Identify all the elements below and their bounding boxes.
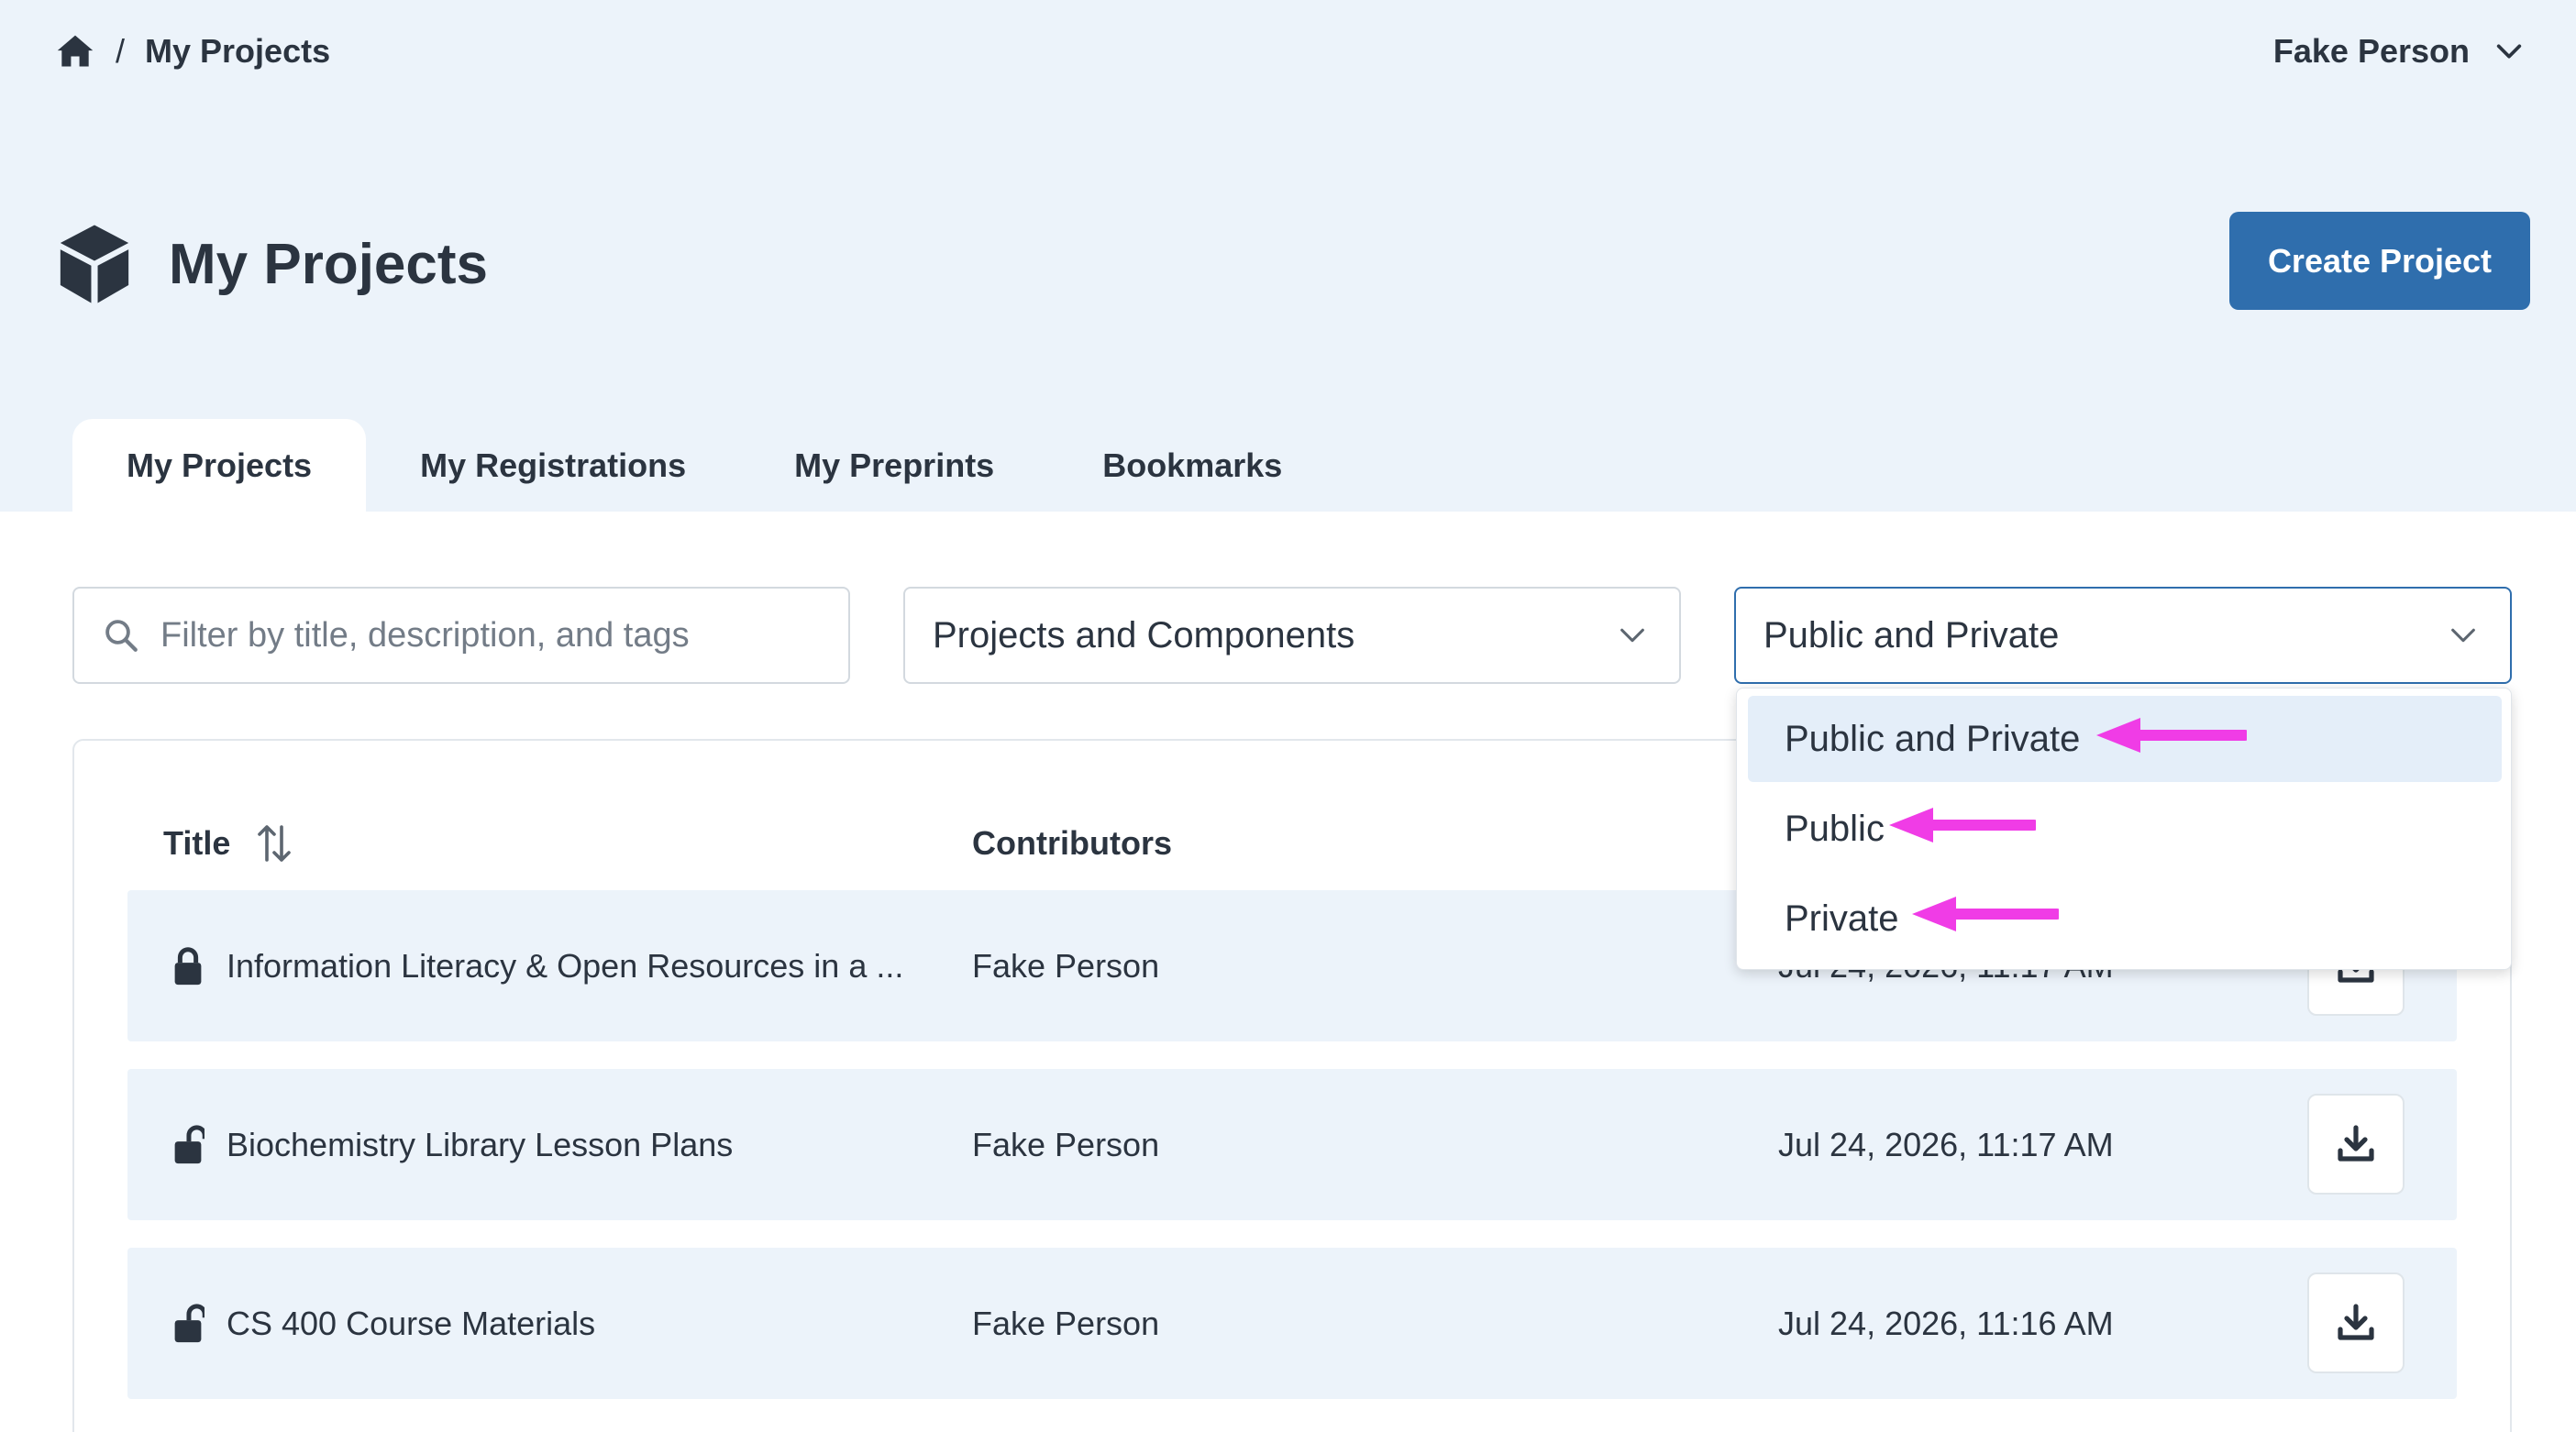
page-title-row: My Projects — [55, 216, 488, 312]
tab-my-projects[interactable]: My Projects — [72, 419, 367, 512]
download-icon — [2338, 1125, 2374, 1162]
search-input[interactable] — [160, 615, 821, 655]
lock-closed-icon — [174, 947, 202, 986]
table-row[interactable]: CS 400 Course Materials Fake Person Jul … — [127, 1248, 2457, 1399]
table-row[interactable]: Biochemistry Library Lesson Plans Fake P… — [127, 1069, 2457, 1220]
download-button[interactable] — [2307, 1272, 2405, 1373]
contributors-column-header: Contributors — [972, 821, 1172, 866]
download-button[interactable] — [2307, 1094, 2405, 1195]
title-column-header[interactable]: Title — [163, 821, 293, 866]
download-icon — [2338, 1304, 2374, 1340]
page-title: My Projects — [169, 232, 489, 296]
dropdown-option-public[interactable]: Public — [1748, 786, 2502, 872]
create-project-button[interactable]: Create Project — [2229, 212, 2530, 310]
annotation-arrow-icon — [2096, 718, 2247, 753]
annotation-arrow-icon — [1889, 808, 2036, 843]
row-contributors: Fake Person — [972, 1304, 1160, 1342]
row-date: Jul 24, 2026, 11:16 AM — [1778, 1304, 2114, 1342]
lock-open-icon — [174, 1304, 205, 1343]
breadcrumb-current: My Projects — [145, 32, 331, 70]
contributors-header-label: Contributors — [972, 824, 1172, 862]
row-title[interactable]: Biochemistry Library Lesson Plans — [227, 1069, 914, 1220]
tab-my-registrations[interactable]: My Registrations — [366, 419, 740, 512]
row-contributors: Fake Person — [972, 1125, 1160, 1163]
tab-bookmarks[interactable]: Bookmarks — [1048, 419, 1336, 512]
user-name: Fake Person — [2272, 32, 2470, 70]
row-contributors: Fake Person — [972, 946, 1160, 985]
type-select[interactable]: Projects and Components — [903, 587, 1681, 684]
annotation-arrow-icon — [1912, 897, 2059, 931]
row-date: Jul 24, 2026, 11:17 AM — [1778, 1125, 2114, 1163]
visibility-select-value: Public and Private — [1763, 614, 2060, 655]
breadcrumb-separator: / — [116, 32, 126, 70]
breadcrumb: / My Projects — [55, 28, 330, 75]
search-field — [72, 587, 850, 684]
chevron-down-icon — [2451, 628, 2475, 643]
dropdown-option-private[interactable]: Private — [1748, 876, 2502, 962]
cube-icon — [60, 225, 129, 303]
row-title[interactable]: CS 400 Course Materials — [227, 1248, 914, 1399]
user-menu[interactable]: Fake Person — [2273, 28, 2525, 75]
chevron-down-icon — [2496, 44, 2522, 59]
tab-bar: My Projects My Registrations My Preprint… — [72, 419, 1336, 512]
lock-open-icon — [174, 1125, 205, 1164]
home-icon[interactable] — [55, 31, 95, 72]
visibility-select[interactable]: Public and Private — [1734, 587, 2512, 684]
chevron-down-icon — [1620, 628, 1644, 643]
type-select-value: Projects and Components — [933, 614, 1355, 655]
option-label: Public and Private — [1785, 718, 2081, 759]
row-title[interactable]: Information Literacy & Open Resources in… — [227, 890, 914, 1041]
tab-my-preprints[interactable]: My Preprints — [740, 419, 1048, 512]
search-icon — [105, 620, 138, 652]
title-header-label: Title — [163, 824, 231, 862]
sort-icon[interactable] — [256, 823, 293, 864]
option-label: Private — [1785, 898, 1899, 939]
option-label: Public — [1785, 808, 1885, 849]
